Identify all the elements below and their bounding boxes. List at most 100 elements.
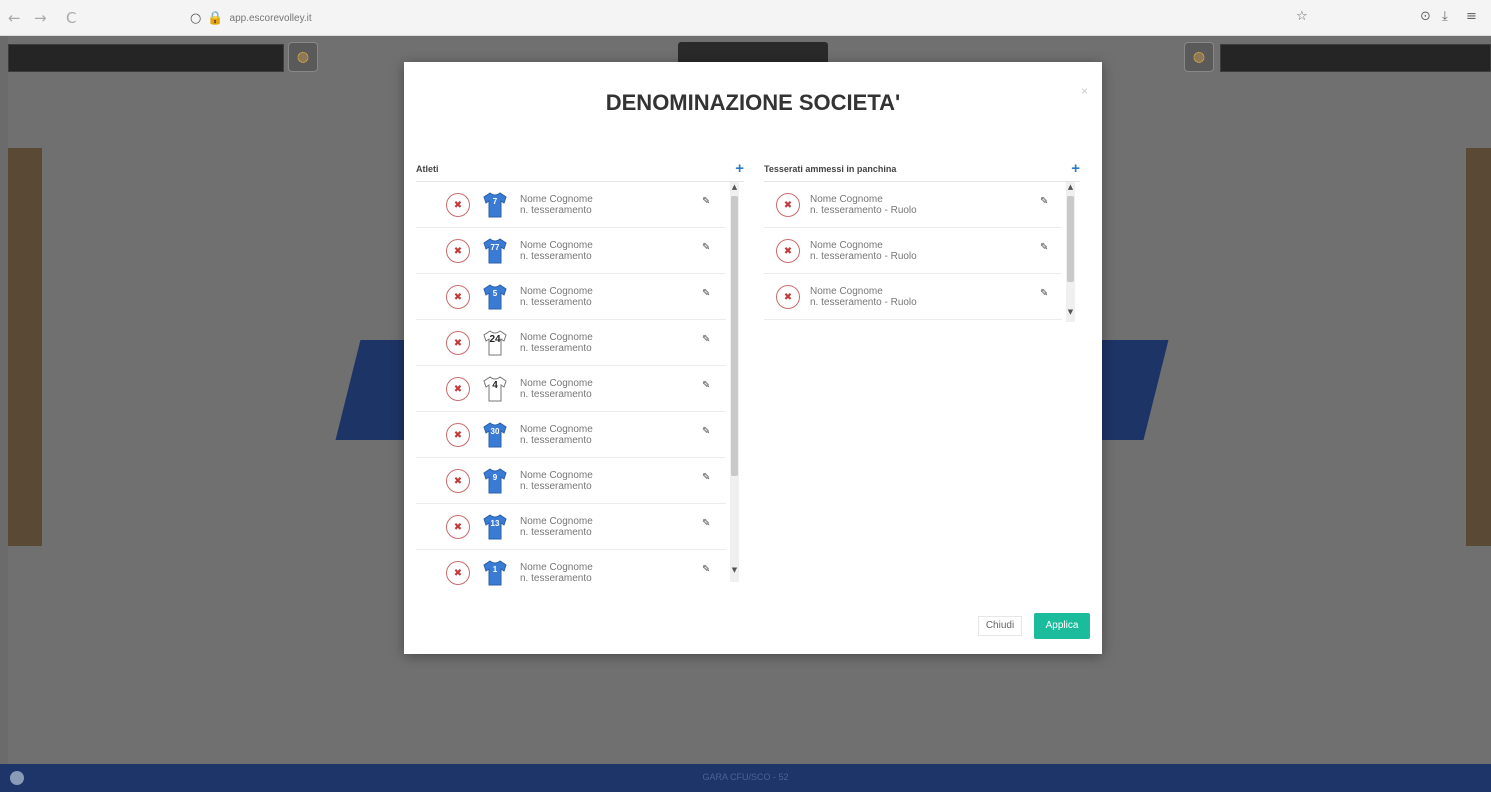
athlete-row[interactable]: ✖ 7 Nome Cognome n. tesseramento ✎ [416,182,726,228]
athletes-label: Atleti [416,164,439,174]
staff-row[interactable]: ✖ Nome Cognome n. tesseramento - Ruolo ✎ [764,274,1062,320]
scroll-up-icon[interactable]: ▲ [1066,183,1075,191]
staff-row[interactable]: ✖ Nome Cognome n. tesseramento - Ruolo ✎ [764,228,1062,274]
staff-scrollbar[interactable]: ▲ ▼ [1066,182,1075,322]
remove-icon[interactable]: ✖ [446,285,470,309]
athlete-name-text: Nome Cognome [520,332,593,343]
menu-icon[interactable]: ≡ [1466,9,1477,24]
staff-name-text: Nome Cognome [810,194,883,205]
jersey-icon: 24 [482,329,508,357]
add-athlete-icon[interactable]: + [735,160,744,177]
scroll-up-icon[interactable]: ▲ [730,183,739,191]
download-icon[interactable]: ⤓ [1442,9,1448,24]
athlete-card-number: n. tesseramento [520,527,592,538]
back-icon[interactable]: ← [8,9,21,27]
lock-icon[interactable]: 🔒 [207,11,223,26]
athlete-name: Nome Cognome n. tesseramento [520,332,593,354]
jersey-number: 9 [492,473,498,482]
remove-icon[interactable]: ✖ [776,193,800,217]
edit-icon[interactable]: ✎ [702,196,714,208]
edit-icon[interactable]: ✎ [702,518,714,530]
staff-column: Tesserati ammessi in panchina + ✖ Nome Co… [764,160,1080,322]
modal-title: DENOMINAZIONE SOCIETA' [605,90,901,115]
athlete-row[interactable]: ✖ 30 Nome Cognome n. tesseramento ✎ [416,412,726,458]
remove-icon[interactable]: ✖ [446,469,470,493]
athlete-card-number: n. tesseramento [520,389,592,400]
staff-name: Nome Cognome n. tesseramento - Ruolo [810,240,917,262]
jersey-icon: 77 [482,237,508,265]
jersey-number: 24 [489,334,501,345]
home-team-logo: ◍ [288,42,318,72]
jersey-icon: 7 [482,191,508,219]
scroll-thumb[interactable] [731,196,738,476]
jersey-icon: 4 [482,375,508,403]
remove-icon[interactable]: ✖ [446,239,470,263]
edit-icon[interactable]: ✎ [1040,196,1052,208]
jersey-icon: 30 [482,421,508,449]
jersey-number: 13 [490,519,500,528]
remove-icon[interactable]: ✖ [446,331,470,355]
edit-icon[interactable]: ✎ [702,564,714,576]
remove-icon[interactable]: ✖ [446,515,470,539]
scroll-down-icon[interactable]: ▼ [730,566,739,574]
athlete-card-number: n. tesseramento [520,343,592,354]
jersey-number: 7 [492,197,498,206]
athlete-row[interactable]: ✖ 9 Nome Cognome n. tesseramento ✎ [416,458,726,504]
reload-icon[interactable]: C [66,9,76,27]
right-side-panel [1466,148,1491,546]
edit-icon[interactable]: ✎ [702,242,714,254]
edit-icon[interactable]: ✎ [702,426,714,438]
athlete-row[interactable]: ✖ 77 Nome Cognome n. tesseramento ✎ [416,228,726,274]
left-side-panel [8,148,42,546]
athlete-row[interactable]: ✖ 1 Nome Cognome n. tesseramento ✎ [416,550,726,586]
apply-button[interactable]: Applica [1034,613,1090,639]
staff-header: Tesserati ammessi in panchina + [764,160,1080,182]
url-text[interactable]: app.escorevolley.it [230,13,312,24]
add-staff-icon[interactable]: + [1071,160,1080,177]
address-bar[interactable]: ○ 🔒 app.escorevolley.it [190,8,1300,28]
edit-icon[interactable]: ✎ [1040,242,1052,254]
jersey-number: 5 [492,289,498,298]
jersey-number: 77 [490,243,500,252]
edit-icon[interactable]: ✎ [1040,288,1052,300]
edit-icon[interactable]: ✎ [702,334,714,346]
remove-icon[interactable]: ✖ [776,285,800,309]
scroll-down-icon[interactable]: ▼ [1066,308,1075,316]
team-modal: DENOMINAZIONE SOCIETA' × Atleti + ✖ 7 Nome… [404,62,1102,654]
athlete-name: Nome Cognome n. tesseramento [520,562,593,584]
edit-icon[interactable]: ✎ [702,288,714,300]
staff-name-text: Nome Cognome [810,240,883,251]
jersey-icon: 1 [482,559,508,586]
pocket-icon[interactable]: ⊙ [1420,9,1431,24]
remove-icon[interactable]: ✖ [446,193,470,217]
close-button[interactable]: Chiudi [978,616,1022,636]
remove-icon[interactable]: ✖ [446,423,470,447]
scroll-thumb[interactable] [1067,196,1074,282]
remove-icon[interactable]: ✖ [776,239,800,263]
athlete-card-number: n. tesseramento [520,205,592,216]
athlete-row[interactable]: ✖ 4 Nome Cognome n. tesseramento ✎ [416,366,726,412]
edit-icon[interactable]: ✎ [702,472,714,484]
staff-name: Nome Cognome n. tesseramento - Ruolo [810,286,917,308]
remove-icon[interactable]: ✖ [446,561,470,585]
footer-bar: GARA CFU/SCO - 52 [0,764,1491,792]
shield-icon[interactable]: ○ [190,11,201,26]
forward-icon[interactable]: → [34,9,47,27]
jersey-icon: 5 [482,283,508,311]
star-icon[interactable]: ☆ [1296,9,1308,24]
athletes-list: ✖ 7 Nome Cognome n. tesseramento ✎ ✖ 77 Nome Co… [416,182,744,586]
athlete-row[interactable]: ✖ 5 Nome Cognome n. tesseramento ✎ [416,274,726,320]
athlete-row[interactable]: ✖ 13 Nome Cognome n. tesseramento ✎ [416,504,726,550]
athlete-name-text: Nome Cognome [520,286,593,297]
remove-icon[interactable]: ✖ [446,377,470,401]
athlete-name: Nome Cognome n. tesseramento [520,194,593,216]
close-icon[interactable]: × [1081,84,1088,98]
athletes-scrollbar[interactable]: ▲ ▼ [730,182,739,582]
staff-name-text: Nome Cognome [810,286,883,297]
athlete-row[interactable]: ✖ 24 Nome Cognome n. tesseramento ✎ [416,320,726,366]
jersey-number: 4 [492,380,498,391]
staff-name: Nome Cognome n. tesseramento - Ruolo [810,194,917,216]
edit-icon[interactable]: ✎ [702,380,714,392]
footer-text: GARA CFU/SCO - 52 [702,772,789,782]
staff-row[interactable]: ✖ Nome Cognome n. tesseramento - Ruolo ✎ [764,182,1062,228]
